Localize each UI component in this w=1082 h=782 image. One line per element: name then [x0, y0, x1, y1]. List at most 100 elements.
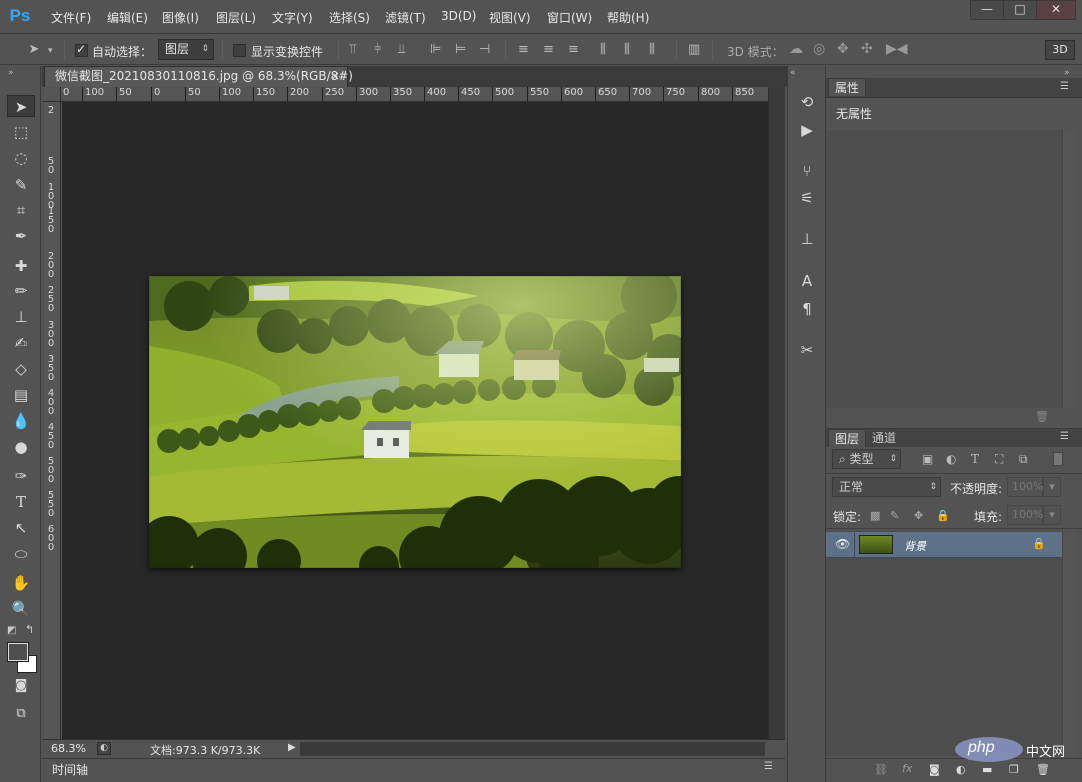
vertical-scrollbar[interactable] — [768, 87, 785, 739]
auto-select-target-select[interactable]: 图层 ⇕ — [158, 39, 214, 60]
move-tool-icon[interactable]: ➤ — [7, 95, 35, 117]
collapse-arrows-icon[interactable]: » — [1064, 68, 1070, 78]
clone-stamp-tool-icon[interactable]: ⊥ — [7, 306, 35, 328]
screen-mode-icon[interactable]: ⧉ — [7, 703, 35, 725]
align-top-icon[interactable]: ⫪ — [349, 43, 356, 57]
status-menu-arrow-icon[interactable]: ▶ — [288, 742, 296, 753]
add-mask-icon[interactable]: ◙ — [929, 763, 940, 776]
crop-tool-icon[interactable]: ⌗ — [7, 199, 35, 221]
align-vcenter-icon[interactable]: ⫩ — [374, 43, 381, 57]
ruler-origin[interactable] — [42, 87, 61, 102]
move-tool-icon[interactable]: ➤ — [24, 43, 44, 57]
collapse-arrows-icon[interactable]: « — [790, 68, 796, 78]
horizontal-scrollbar[interactable] — [300, 742, 765, 756]
healing-brush-tool-icon[interactable]: ✚ — [7, 255, 35, 277]
landscape-photo[interactable] — [139, 268, 709, 591]
align-right-icon[interactable]: ⊣ — [479, 43, 490, 57]
lock-transparent-icon[interactable]: ▩ — [870, 509, 880, 522]
default-colors-icon[interactable]: ◩ — [7, 625, 16, 636]
maximize-button[interactable]: □ — [1003, 0, 1037, 20]
lock-all-icon[interactable]: 🔒 — [936, 509, 950, 522]
filter-pixel-icon[interactable]: ▣ — [922, 452, 933, 466]
document-tab[interactable]: 微信截图_20210830110816.jpg @ 68.3%(RGB/8#) … — [44, 66, 353, 87]
menu-help[interactable]: 帮助(H) — [607, 9, 649, 26]
layer-filter-select[interactable]: ⌕ 类型 ⇕ — [832, 449, 901, 469]
distribute-right-icon[interactable]: ⫼ — [649, 43, 655, 57]
brush-settings-icon[interactable]: ⚟ — [796, 188, 818, 208]
filter-toggle[interactable] — [1053, 452, 1063, 466]
distribute-hcenter-icon[interactable]: ⫼ — [624, 43, 630, 57]
fill-dropdown-icon[interactable]: ▾ — [1043, 505, 1061, 525]
delete-layer-icon[interactable]: 🗑 — [1036, 763, 1050, 776]
3d-slide-icon[interactable]: ✣ — [861, 42, 873, 56]
menu-window[interactable]: 窗口(W) — [547, 9, 592, 26]
align-bottom-icon[interactable]: ⫫ — [398, 43, 405, 57]
collapse-arrows-icon[interactable]: » — [8, 68, 14, 78]
pen-tool-icon[interactable]: ✑ — [7, 465, 35, 487]
auto-align-icon[interactable]: ▥ — [688, 43, 700, 57]
menu-edit[interactable]: 编辑(E) — [107, 9, 148, 26]
align-left-icon[interactable]: ⊫ — [430, 43, 441, 57]
panel-menu-icon[interactable]: ☰ — [1060, 431, 1069, 442]
filter-shape-icon[interactable]: ⛶ — [995, 452, 1003, 467]
menu-view[interactable]: 视图(V) — [489, 9, 531, 26]
history-icon[interactable]: ⟲ — [796, 92, 818, 112]
filter-smart-object-icon[interactable]: ⧉ — [1019, 452, 1028, 467]
layer-name[interactable]: 背景 — [904, 538, 926, 554]
3d-rotate-icon[interactable]: ☁ — [789, 42, 803, 56]
3d-roll-icon[interactable]: ◎ — [813, 42, 825, 56]
adjustment-layer-icon[interactable]: ◐ — [956, 763, 966, 776]
link-layers-icon[interactable]: ⛓ — [874, 763, 888, 776]
menu-select[interactable]: 选择(S) — [329, 9, 370, 26]
tool-presets-icon[interactable]: ✂ — [796, 340, 818, 360]
zoom-tool-icon[interactable]: 🔍 — [7, 598, 35, 620]
dodge-tool-icon[interactable]: ● — [7, 436, 35, 458]
layers-scrollbar[interactable] — [1062, 531, 1076, 756]
properties-tab[interactable]: 属性 — [828, 78, 867, 96]
hand-tool-icon[interactable]: ✋ — [7, 572, 35, 594]
close-button[interactable]: ✕ — [1036, 0, 1076, 20]
trash-icon[interactable]: 🗑 — [1035, 410, 1049, 423]
ellipse-tool-icon[interactable]: ⬭ — [7, 543, 35, 565]
3d-workspace-button[interactable]: 3D — [1045, 40, 1075, 60]
tool-preset-dropdown-icon[interactable]: ▾ — [48, 44, 53, 58]
3d-pan-icon[interactable]: ✥ — [837, 42, 849, 56]
zoom-level[interactable]: 68.3% — [51, 742, 86, 755]
minimize-button[interactable]: — — [970, 0, 1004, 20]
opacity-dropdown-icon[interactable]: ▾ — [1043, 477, 1061, 497]
auto-select-checkbox[interactable]: ✓ — [75, 42, 88, 57]
distribute-vcenter-icon[interactable]: ≡ — [543, 43, 554, 57]
channels-tab[interactable]: 通道 — [866, 429, 902, 447]
distribute-left-icon[interactable]: ⫼ — [600, 43, 606, 57]
brush-tool-icon[interactable]: ✏ — [7, 280, 35, 302]
new-group-icon[interactable]: ▬ — [982, 763, 992, 776]
menu-layer[interactable]: 图层(L) — [216, 9, 256, 26]
distribute-top-icon[interactable]: ≡ — [518, 43, 529, 57]
lock-position-icon[interactable]: ✥ — [914, 509, 923, 522]
distribute-bottom-icon[interactable]: ≡ — [568, 43, 579, 57]
eyedropper-tool-icon[interactable]: ✒ — [7, 225, 35, 247]
foreground-color-swatch[interactable] — [7, 642, 29, 662]
character-icon[interactable]: A — [796, 271, 818, 291]
3d-scale-icon[interactable]: ▶◀ — [886, 42, 908, 56]
gradient-tool-icon[interactable]: ▤ — [7, 384, 35, 406]
lock-pixels-icon[interactable]: ✎ — [890, 509, 899, 522]
panel-menu-icon[interactable]: ☰ — [764, 761, 773, 772]
close-tab-icon[interactable]: × — [330, 67, 340, 86]
quick-select-tool-icon[interactable]: ✎ — [7, 174, 35, 196]
fill-input[interactable]: 100% — [1007, 505, 1043, 525]
align-hcenter-icon[interactable]: ⊨ — [455, 43, 466, 57]
properties-scrollbar[interactable] — [1062, 130, 1076, 408]
menu-image[interactable]: 图像(I) — [162, 9, 199, 26]
menu-filter[interactable]: 滤镜(T) — [385, 9, 426, 26]
actions-icon[interactable]: ▶ — [796, 120, 818, 140]
new-layer-icon[interactable]: ❐ — [1009, 763, 1019, 776]
menu-file[interactable]: 文件(F) — [51, 9, 91, 26]
layer-style-icon[interactable]: fx — [902, 762, 912, 775]
menu-3d[interactable]: 3D(D) — [441, 9, 476, 23]
show-transform-checkbox[interactable] — [233, 44, 246, 57]
filter-type-icon[interactable]: T — [971, 452, 979, 466]
share-icon[interactable]: ◐ — [97, 742, 111, 755]
opacity-input[interactable]: 100% — [1007, 477, 1043, 497]
lasso-tool-icon[interactable]: ◌ — [7, 147, 35, 169]
